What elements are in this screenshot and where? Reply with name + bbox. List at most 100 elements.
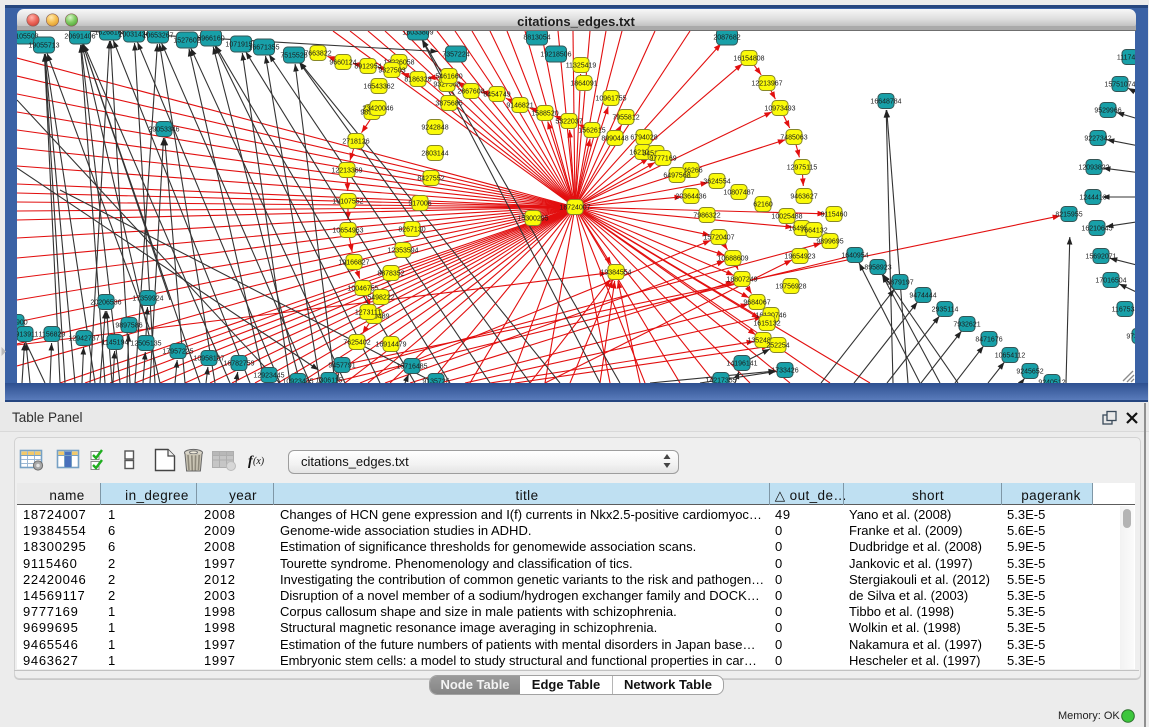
svg-text:917006: 917006 [408, 201, 431, 208]
svg-text:10973493: 10973493 [764, 106, 795, 113]
svg-text:1733426: 1733426 [771, 368, 798, 375]
svg-text:10654963: 10654963 [332, 228, 363, 235]
svg-text:9146821: 9146821 [506, 103, 533, 110]
svg-text:20206536: 20206536 [90, 300, 121, 307]
svg-text:9684067: 9684067 [743, 300, 770, 307]
svg-text:5498222: 5498222 [367, 295, 394, 302]
svg-text:7357224: 7357224 [442, 52, 469, 59]
svg-text:9245652: 9245652 [1016, 369, 1043, 376]
svg-text:9474444: 9474444 [909, 293, 936, 300]
svg-text:19055713: 19055713 [28, 43, 59, 50]
svg-text:1273111: 1273111 [355, 310, 381, 317]
svg-text:19218506: 19218506 [540, 52, 571, 59]
svg-text:1588520: 1588520 [531, 111, 558, 118]
svg-text:16782759: 16782759 [223, 361, 254, 368]
svg-text:19166827: 19166827 [338, 260, 369, 267]
svg-text:18724007: 18724007 [559, 205, 590, 212]
svg-text:9327503: 9327503 [378, 68, 405, 75]
svg-text:12505135: 12505135 [130, 341, 161, 348]
svg-text:18807249: 18807249 [726, 277, 757, 284]
svg-text:citations_edges.txt: citations_edges.txt [517, 14, 635, 29]
svg-text:2718126: 2718126 [342, 139, 369, 146]
svg-text:10807487: 10807487 [723, 190, 754, 197]
svg-text:16671355: 16671355 [248, 45, 279, 52]
svg-text:8990448: 8990448 [601, 136, 628, 143]
svg-text:12093822: 12093822 [1078, 165, 1109, 172]
svg-text:1167533: 1167533 [1112, 307, 1139, 314]
svg-text:8878352: 8878352 [377, 271, 404, 278]
svg-text:7955812: 7955812 [612, 115, 639, 122]
svg-text:19654923: 19654923 [784, 254, 815, 261]
svg-text:2803144: 2803144 [421, 151, 448, 158]
svg-text:1640954: 1640954 [841, 253, 868, 260]
svg-text:1156829: 1156829 [39, 332, 66, 339]
svg-text:1145194: 1145194 [102, 340, 129, 347]
svg-text:9242848: 9242848 [421, 125, 448, 132]
svg-text:15751074: 15751074 [1104, 82, 1135, 89]
svg-text:12353594: 12353594 [387, 248, 418, 255]
svg-text:3624554: 3624554 [703, 179, 730, 186]
svg-text:6966160: 6966160 [197, 36, 224, 43]
svg-text:17359924: 17359924 [132, 296, 163, 303]
svg-text:9660124: 9660124 [329, 60, 356, 67]
svg-text:8813054: 8813054 [523, 35, 550, 42]
svg-text:9227342: 9227342 [1084, 136, 1111, 143]
svg-text:2935114: 2935114 [932, 307, 959, 314]
svg-text:17016504: 17016504 [1095, 278, 1126, 285]
svg-text:10961755: 10961755 [595, 96, 626, 103]
svg-text:19756928: 19756928 [775, 284, 806, 291]
svg-text:16543362: 16543362 [363, 84, 394, 91]
svg-text:16210645: 16210645 [1081, 226, 1112, 233]
svg-text:12213967: 12213967 [751, 81, 782, 88]
svg-text:9457791: 9457791 [328, 363, 355, 370]
svg-text:8267130: 8267130 [398, 227, 425, 234]
svg-text:6879197: 6879197 [886, 280, 913, 287]
svg-text:6497568: 6497568 [663, 173, 690, 180]
svg-text:252254: 252254 [766, 343, 789, 350]
svg-text:1864091: 1864091 [570, 81, 597, 88]
svg-text:8215955: 8215955 [1055, 212, 1082, 219]
svg-text:10654112: 10654112 [995, 353, 1026, 360]
svg-text:8471676: 8471676 [975, 337, 1002, 344]
svg-text:23420046: 23420046 [362, 106, 393, 113]
svg-text:9463627: 9463627 [790, 194, 817, 201]
svg-text:7625402: 7625402 [343, 340, 370, 347]
svg-text:7663822: 7663822 [304, 51, 331, 58]
svg-text:8454749: 8454749 [483, 92, 510, 99]
svg-text:12975115: 12975115 [787, 165, 818, 172]
svg-text:1615132: 1615132 [753, 321, 780, 328]
svg-text:16914479: 16914479 [375, 342, 406, 349]
svg-text:12942737: 12942737 [68, 336, 99, 343]
svg-text:12923445: 12923445 [253, 373, 284, 380]
svg-text:11325419: 11325419 [566, 63, 597, 70]
svg-text:2087682: 2087682 [713, 35, 740, 42]
svg-text:16154808: 16154808 [733, 56, 764, 63]
svg-text:12213369: 12213369 [331, 168, 362, 175]
svg-text:9899695: 9899695 [816, 239, 843, 246]
svg-text:9777169: 9777169 [649, 156, 676, 163]
svg-text:6794028: 6794028 [630, 135, 657, 142]
svg-text:10025488: 10025488 [771, 214, 802, 221]
svg-text:15720407: 15720407 [703, 235, 734, 242]
svg-text:20364436: 20364436 [675, 194, 706, 201]
svg-text:9529966: 9529966 [1094, 108, 1121, 115]
svg-text:10688609: 10688609 [717, 256, 748, 263]
svg-text:8958923: 8958923 [864, 265, 891, 272]
svg-text:17957225: 17957225 [162, 349, 193, 356]
svg-text:5461660: 5461660 [435, 74, 462, 81]
svg-text:3875685: 3875685 [435, 101, 462, 108]
svg-text:2867608: 2867608 [457, 89, 484, 96]
svg-text:(x): (x) [253, 456, 265, 467]
svg-text:15716485: 15716485 [396, 364, 427, 371]
svg-text:29053346: 29053346 [148, 127, 179, 134]
svg-text:7485063: 7485063 [780, 135, 807, 142]
svg-text:5322037: 5322037 [555, 119, 582, 126]
svg-text:10107552: 10107552 [332, 199, 363, 206]
svg-text:7986322: 7986322 [693, 213, 720, 220]
svg-text:14196141: 14196141 [726, 361, 757, 368]
svg-text:9115460: 9115460 [821, 212, 848, 219]
svg-text:9897586: 9897586 [115, 323, 142, 330]
svg-text:8186328: 8186328 [404, 77, 431, 84]
svg-text:20691406: 20691406 [64, 34, 95, 41]
svg-text:19384554: 19384554 [600, 270, 631, 277]
